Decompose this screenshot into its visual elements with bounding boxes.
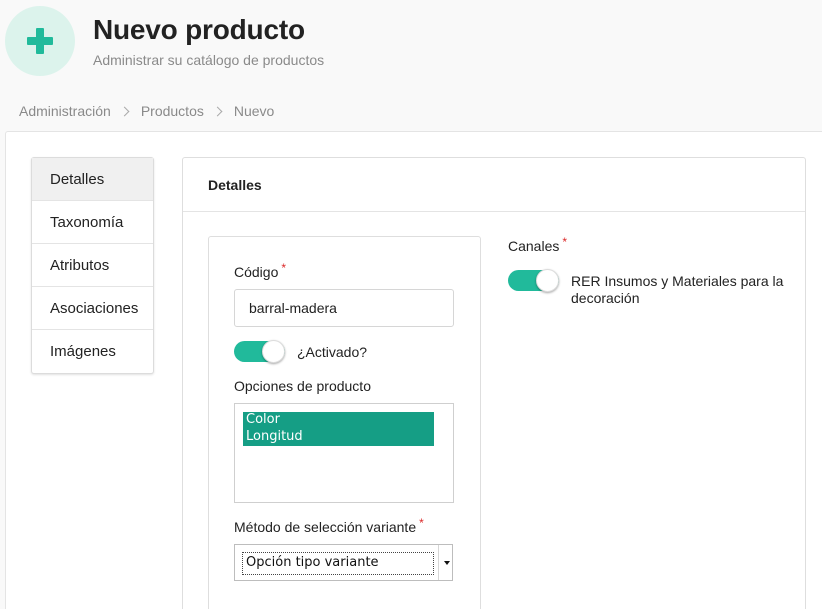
required-mark: *	[419, 516, 424, 530]
options-label: Opciones de producto	[234, 378, 371, 394]
select-divider	[438, 545, 439, 580]
enabled-toggle[interactable]	[234, 340, 285, 363]
enabled-label: ¿Activado?	[297, 344, 368, 360]
menu-item-atributos[interactable]: Atributos	[32, 244, 153, 287]
breadcrumb: Administración Productos Nuevo	[19, 103, 274, 119]
variant-method-value: Opción tipo variante	[246, 555, 379, 570]
option-color[interactable]: Color	[246, 411, 280, 428]
variant-method-select[interactable]: Opción tipo variante	[234, 544, 453, 581]
dropdown-arrow-icon	[444, 561, 450, 565]
required-mark: *	[562, 235, 568, 249]
chevron-right-icon	[119, 106, 130, 116]
channel-toggle[interactable]	[508, 269, 559, 292]
channels-label: Canales *	[508, 235, 568, 254]
menu-item-asociaciones[interactable]: Asociaciones	[32, 287, 153, 330]
header-icon-circle	[5, 6, 75, 76]
plus-icon	[27, 28, 53, 54]
menu-item-imagenes[interactable]: Imágenes	[32, 330, 153, 373]
page-subtitle: Administrar su catálogo de productos	[93, 52, 325, 68]
side-menu: Detalles Taxonomía Atributos Asociacione…	[31, 157, 154, 374]
channels-label-text: Canales	[508, 238, 560, 254]
select-focus-ring: Opción tipo variante	[242, 552, 434, 575]
option-longitud[interactable]: Longitud	[246, 428, 303, 445]
card-header: Detalles	[183, 158, 805, 212]
toggle-knob	[262, 340, 285, 363]
toggle-knob	[536, 269, 559, 292]
breadcrumb-link-administracion[interactable]: Administración	[19, 103, 111, 119]
variant-method-label-text: Método de selección variante	[234, 519, 417, 535]
page-title: Nuevo producto	[93, 14, 305, 45]
code-label-text: Código	[234, 264, 279, 280]
channel-label: RER Insumos y Materiales para la decorac…	[571, 273, 784, 306]
variant-method-label: Método de selección variante *	[234, 516, 424, 535]
code-input[interactable]	[234, 289, 454, 327]
menu-item-taxonomia[interactable]: Taxonomía	[32, 201, 153, 244]
menu-item-detalles[interactable]: Detalles	[32, 158, 153, 201]
code-label: Código *	[234, 261, 287, 280]
breadcrumb-current: Nuevo	[233, 103, 275, 119]
chevron-right-icon	[212, 106, 223, 116]
breadcrumb-link-productos[interactable]: Productos	[141, 103, 204, 119]
product-options-select[interactable]: Color Longitud	[234, 403, 454, 503]
required-mark: *	[281, 261, 287, 275]
